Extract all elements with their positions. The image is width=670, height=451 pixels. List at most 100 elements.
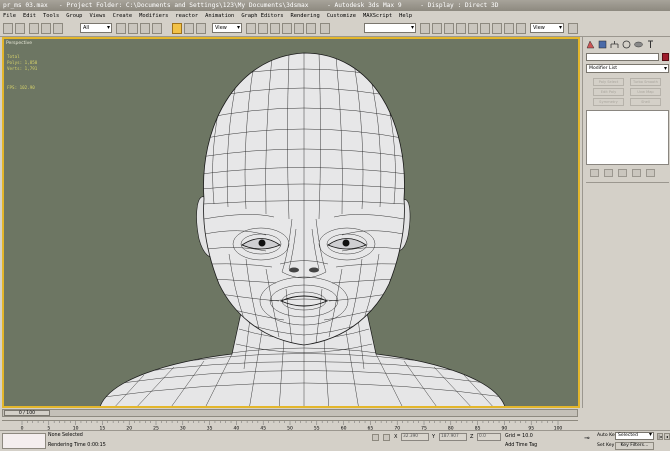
track-bar-ticks: 0 5 10 15 20 25 30 35 40 45 50 55 60 65 70 75 80 85 90 95 10… xyxy=(21,421,562,430)
time-slider-thumb[interactable]: 0 / 100 xyxy=(4,410,50,416)
show-end-result-icon[interactable] xyxy=(604,169,613,177)
window-crossing-icon[interactable] xyxy=(152,23,162,34)
add-time-tag[interactable]: Add Time Tag xyxy=(505,443,537,448)
pivot-center-icon[interactable] xyxy=(246,23,256,34)
select-object-icon[interactable] xyxy=(116,23,126,34)
modifier-list-dropdown[interactable]: Modifier List xyxy=(586,64,669,73)
z-coordinate-field[interactable]: 0.0 xyxy=(477,433,501,441)
track-bar[interactable]: 0 5 10 15 20 25 30 35 40 45 50 55 60 65 70 75 80 85 90 95 10… xyxy=(2,420,578,430)
uvw-map-button[interactable]: Uvw Map xyxy=(630,88,661,96)
percent-snap-icon[interactable] xyxy=(294,23,304,34)
angle-snap-icon[interactable] xyxy=(282,23,292,34)
go-to-start-icon[interactable]: |◂ xyxy=(657,433,663,440)
menu-help[interactable]: Help xyxy=(399,13,412,19)
title-bar: pr_ms 03.max - Project Folder: C:\Docume… xyxy=(0,0,670,11)
menu-group[interactable]: Group xyxy=(66,13,82,19)
selection-status: None Selected xyxy=(48,433,83,438)
y-coordinate-field[interactable]: 187.907 xyxy=(439,433,467,441)
modify-tab-icon[interactable] xyxy=(598,40,607,49)
x-label: X xyxy=(394,434,398,440)
select-by-name-icon[interactable] xyxy=(128,23,138,34)
z-label: Z xyxy=(470,434,474,440)
utilities-tab-icon[interactable] xyxy=(646,40,655,49)
curve-editor-icon[interactable] xyxy=(456,23,466,34)
symmetry-button[interactable]: Symmetry xyxy=(593,98,624,106)
reference-coord-dropdown[interactable]: View xyxy=(212,23,242,33)
select-move-icon[interactable] xyxy=(172,23,182,34)
menu-rendering[interactable]: Rendering xyxy=(291,13,320,19)
edit-poly-button[interactable]: Edit Poly xyxy=(593,88,624,96)
object-name-field[interactable] xyxy=(586,53,659,61)
quick-render-icon[interactable] xyxy=(516,23,526,34)
object-color-swatch[interactable] xyxy=(662,53,669,61)
menu-graph-editors[interactable]: Graph Editors xyxy=(241,13,283,19)
y-label: Y xyxy=(432,434,436,440)
select-scale-icon[interactable] xyxy=(196,23,206,34)
hierarchy-tab-icon[interactable] xyxy=(610,40,619,49)
time-slider-track[interactable]: 0 / 100 xyxy=(2,409,578,417)
set-key-button[interactable]: Set Key xyxy=(597,443,614,448)
spinner-snap-icon[interactable] xyxy=(306,23,316,34)
absolute-mode-icon[interactable] xyxy=(383,434,390,441)
x-coordinate-field[interactable]: 32.390 xyxy=(401,433,429,441)
stats-verts: Verts: 1,791 xyxy=(7,66,38,71)
undo-icon[interactable] xyxy=(3,23,13,34)
render-setup-icon[interactable] xyxy=(492,23,502,34)
perspective-viewport[interactable]: Perspective Total Polys: 1,850 Verts: 1,… xyxy=(2,37,580,408)
unlink-icon[interactable] xyxy=(41,23,51,34)
quick-render-teapot-icon[interactable] xyxy=(568,23,578,34)
display-tab-icon[interactable] xyxy=(634,40,643,49)
menu-customize[interactable]: Customize xyxy=(327,13,356,19)
named-selection-dropdown[interactable] xyxy=(364,23,416,33)
link-icon[interactable] xyxy=(29,23,39,34)
animation-controls: ⊸ Auto Key Set Key Selected Key Filters.… xyxy=(582,430,670,451)
key-filters-button[interactable]: Key Filters... xyxy=(615,442,654,450)
key-selection-dropdown[interactable]: Selected xyxy=(615,432,654,440)
mirror-icon[interactable] xyxy=(420,23,430,34)
render-scene-icon[interactable] xyxy=(504,23,514,34)
shell-button[interactable]: Shell xyxy=(630,98,661,106)
layer-manager-icon[interactable] xyxy=(444,23,454,34)
previous-frame-icon[interactable]: ◂ xyxy=(664,433,670,440)
command-panel: Modifier List Poly Select Turbo Smooth E… xyxy=(582,37,670,408)
menu-animation[interactable]: Animation xyxy=(205,13,234,19)
rendering-time: Rendering Time 0:00:15 xyxy=(48,443,106,448)
material-editor-icon[interactable] xyxy=(480,23,490,34)
viewport-label[interactable]: Perspective xyxy=(6,41,32,46)
edit-named-selection-icon[interactable] xyxy=(320,23,330,34)
menu-file[interactable]: File xyxy=(3,13,16,19)
create-tab-icon[interactable] xyxy=(586,40,595,49)
select-rotate-icon[interactable] xyxy=(184,23,194,34)
menu-create[interactable]: Create xyxy=(113,13,132,19)
redo-icon[interactable] xyxy=(15,23,25,34)
motion-tab-icon[interactable] xyxy=(622,40,631,49)
menu-tools[interactable]: Tools xyxy=(43,13,59,19)
make-unique-icon[interactable] xyxy=(618,169,627,177)
schematic-view-icon[interactable] xyxy=(468,23,478,34)
menu-edit[interactable]: Edit xyxy=(23,13,36,19)
turbosmooth-button[interactable]: Turbo Smooth xyxy=(630,78,661,86)
menu-views[interactable]: Views xyxy=(89,13,105,19)
align-icon[interactable] xyxy=(432,23,442,34)
menu-modifiers[interactable]: Modifiers xyxy=(139,13,168,19)
view-dropdown[interactable]: View xyxy=(530,23,564,33)
menu-reactor[interactable]: reactor xyxy=(175,13,198,19)
key-icon: ⊸ xyxy=(584,434,590,442)
bind-spacewarp-icon[interactable] xyxy=(53,23,63,34)
grid-size: Grid = 10.0 xyxy=(505,434,533,439)
remove-modifier-icon[interactable] xyxy=(632,169,641,177)
poly-select-button[interactable]: Poly Select xyxy=(593,78,624,86)
modifier-stack[interactable] xyxy=(586,110,669,165)
snap-toggle-icon[interactable] xyxy=(270,23,280,34)
maxscript-listener[interactable] xyxy=(2,433,46,449)
viewport-fps: FPS: 102.90 xyxy=(7,85,35,90)
manipulate-icon[interactable] xyxy=(258,23,268,34)
configure-sets-icon[interactable] xyxy=(646,169,655,177)
lock-selection-icon[interactable] xyxy=(372,434,379,441)
menu-maxscript[interactable]: MAXScript xyxy=(363,13,392,19)
rect-selection-icon[interactable] xyxy=(140,23,150,34)
selection-filter-dropdown[interactable]: All xyxy=(80,23,112,33)
head-wireframe-model xyxy=(100,52,505,406)
time-slider-area: 0 / 100 0 5 10 15 20 25 30 35 40 45 50 55 60 65 70 75 80… xyxy=(0,408,582,430)
pin-stack-icon[interactable] xyxy=(590,169,599,177)
